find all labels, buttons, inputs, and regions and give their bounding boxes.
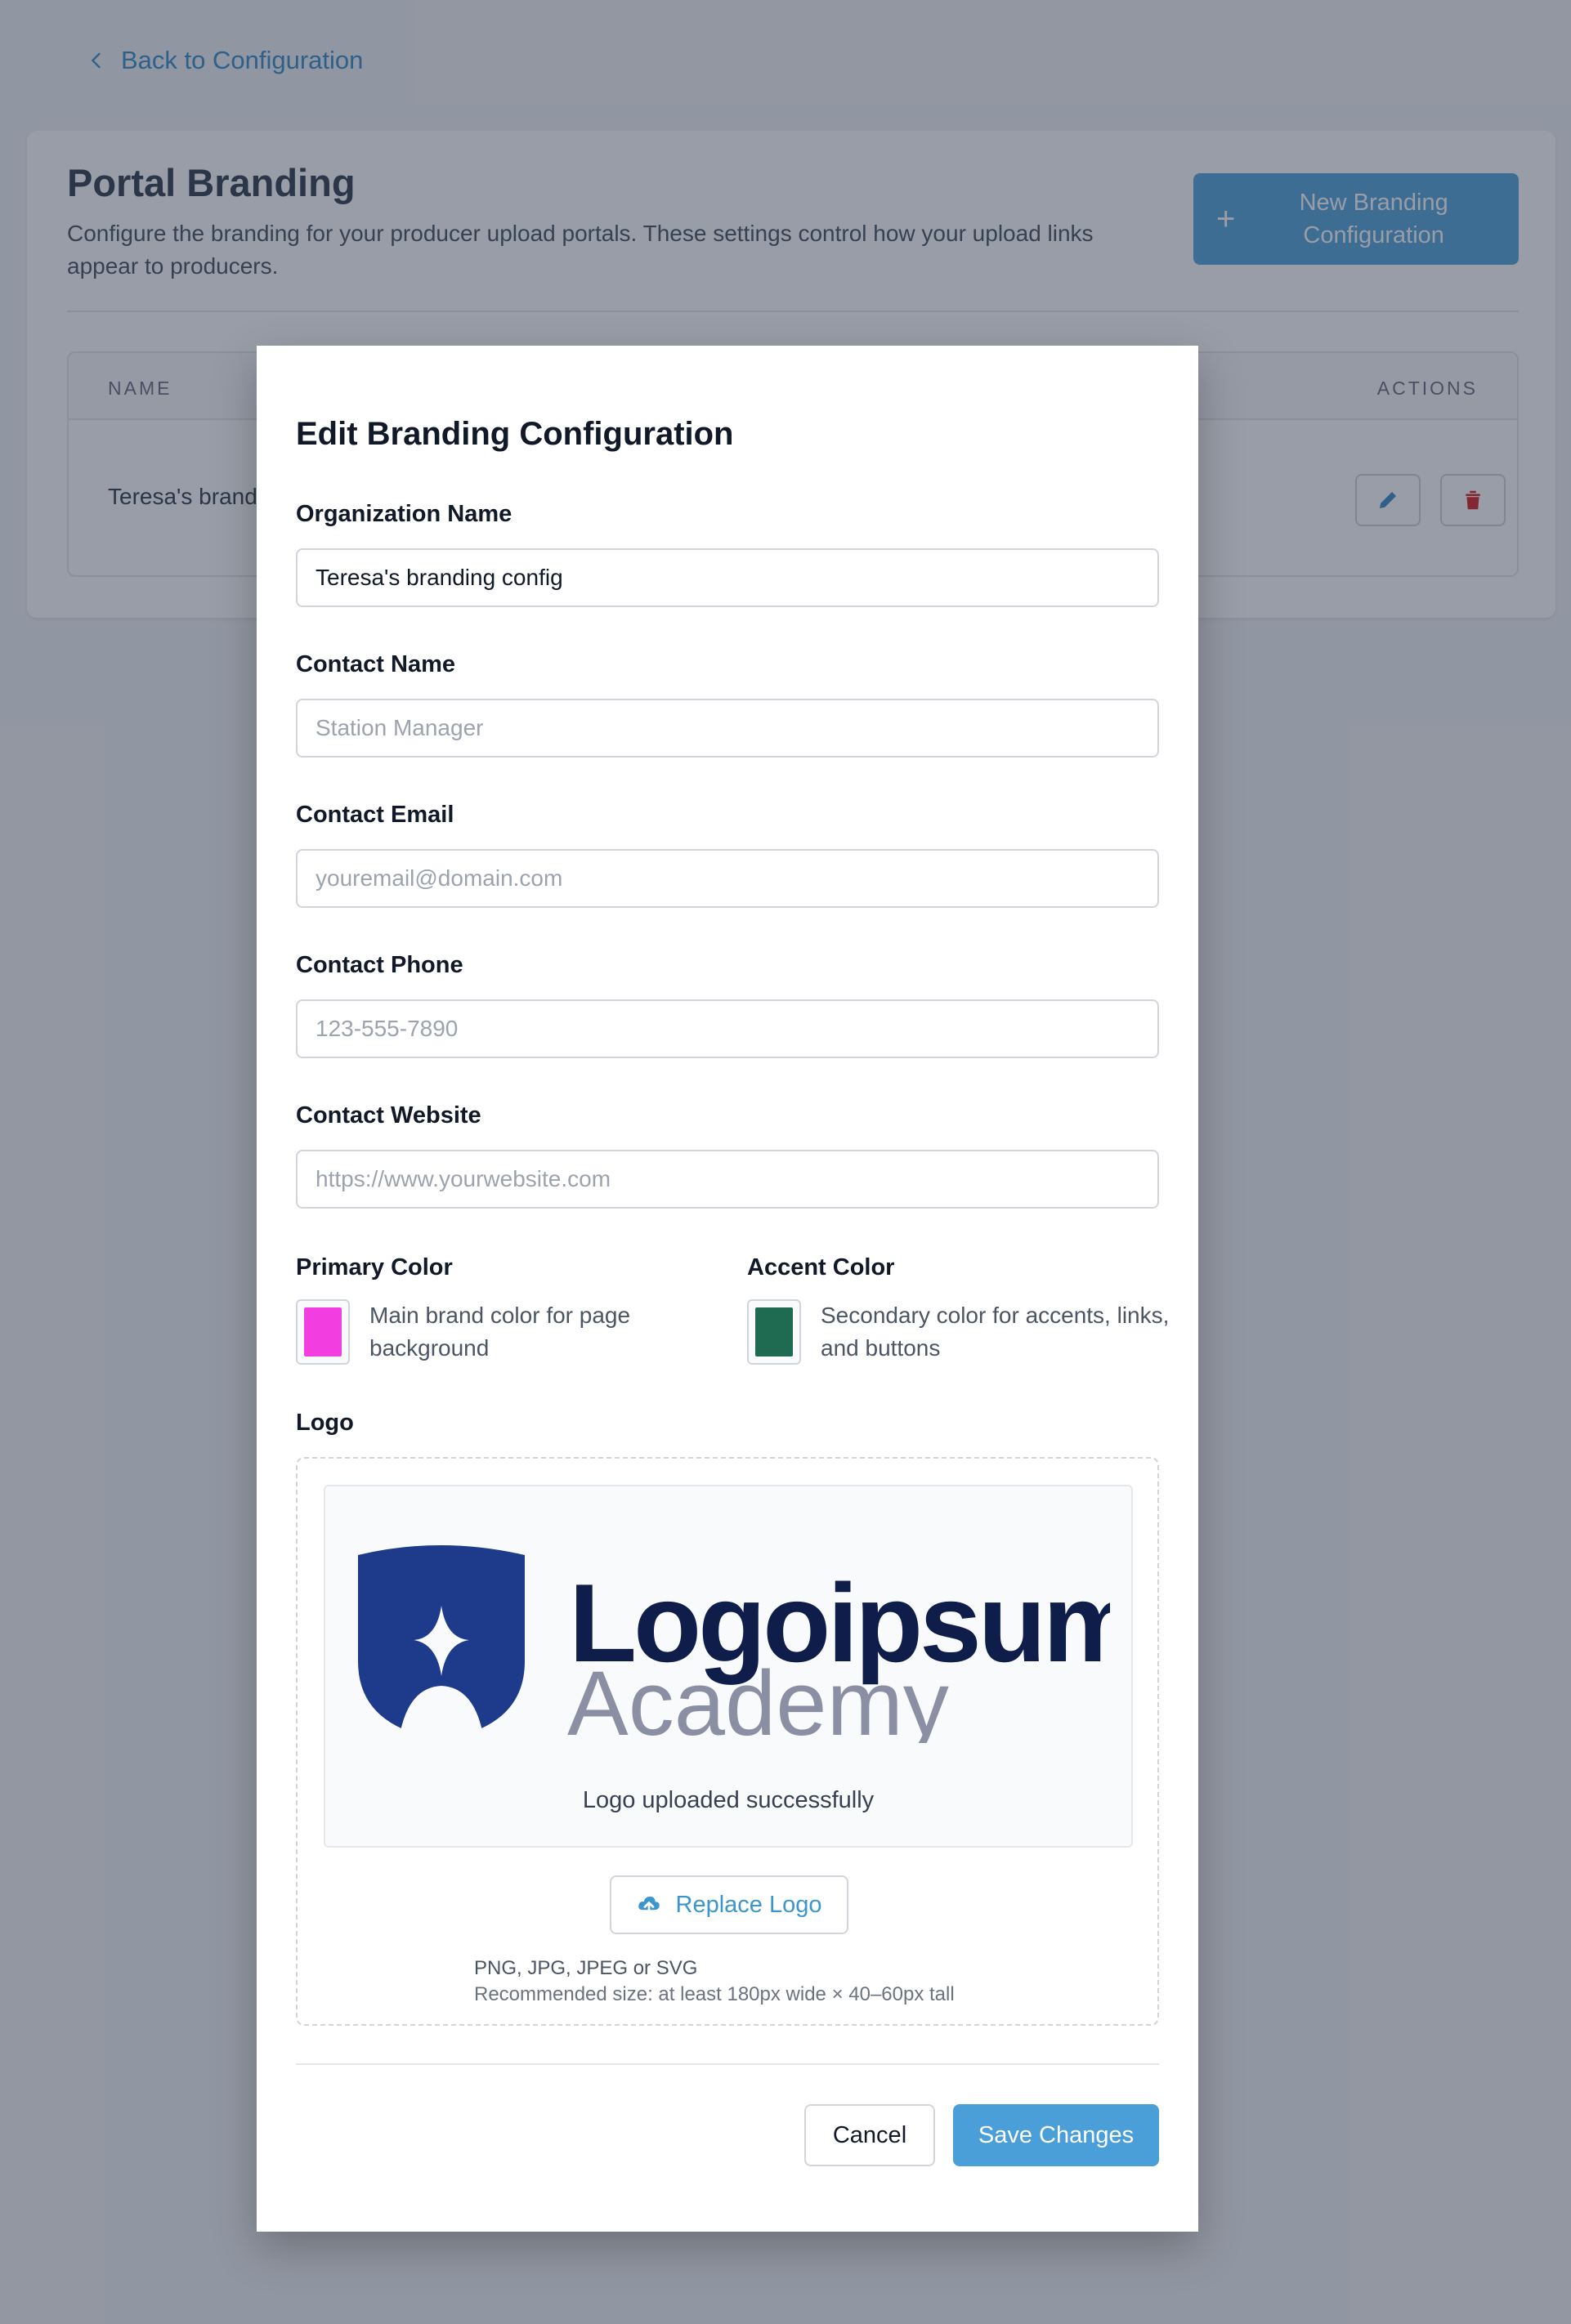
logo-subtitle: Academy — [567, 1652, 949, 1743]
contact-name-label: Contact Name — [296, 651, 455, 677]
save-changes-button[interactable]: Save Changes — [953, 2104, 1159, 2166]
contact-name-input[interactable] — [296, 699, 1159, 758]
cloud-upload-icon — [638, 1897, 660, 1915]
primary-color-fill — [304, 1307, 342, 1356]
replace-logo-button[interactable]: Replace Logo — [610, 1875, 848, 1934]
contact-phone-input[interactable] — [296, 999, 1159, 1058]
modal-footer-divider — [296, 2063, 1159, 2065]
primary-color-label: Primary Color — [296, 1254, 453, 1280]
contact-website-label: Contact Website — [296, 1102, 481, 1128]
logo-dropzone[interactable]: Logoipsum Academy Logo uploaded successf… — [296, 1457, 1159, 2026]
uploaded-logo-image: Logoipsum Academy — [358, 1545, 1110, 1743]
accent-color-fill — [755, 1307, 793, 1356]
logo-size-hint: Recommended size: at least 180px wide × … — [474, 1983, 955, 2005]
logo-label: Logo — [296, 1410, 354, 1436]
accent-color-swatch[interactable] — [747, 1299, 801, 1365]
replace-logo-label: Replace Logo — [675, 1891, 822, 1918]
cancel-button[interactable]: Cancel — [804, 2104, 935, 2166]
organization-name-label: Organization Name — [296, 501, 512, 527]
page: Back to Configuration Portal Branding Co… — [0, 0, 1571, 2324]
accent-color-group: Accent Color Secondary color for accents… — [747, 1254, 1172, 1365]
primary-color-swatch[interactable] — [296, 1299, 350, 1365]
contact-phone-label: Contact Phone — [296, 952, 463, 978]
logo-preview: Logoipsum Academy Logo uploaded successf… — [324, 1485, 1133, 1848]
edit-branding-modal: Edit Branding Configuration Organization… — [257, 346, 1198, 2232]
contact-email-label: Contact Email — [296, 802, 454, 828]
primary-color-group: Primary Color Main brand color for page … — [296, 1254, 721, 1365]
contact-website-input[interactable] — [296, 1150, 1159, 1209]
primary-color-description: Main brand color for page background — [369, 1303, 631, 1361]
modal-title: Edit Branding Configuration — [296, 416, 734, 452]
accent-color-description: Secondary color for accents, links, and … — [821, 1303, 1170, 1361]
contact-email-input[interactable] — [296, 849, 1159, 908]
organization-name-input[interactable] — [296, 548, 1159, 607]
logo-upload-status: Logo uploaded successfully — [582, 1787, 875, 1813]
accent-color-label: Accent Color — [747, 1254, 895, 1280]
logo-format-hint: PNG, JPG, JPEG or SVG — [474, 1957, 698, 1979]
